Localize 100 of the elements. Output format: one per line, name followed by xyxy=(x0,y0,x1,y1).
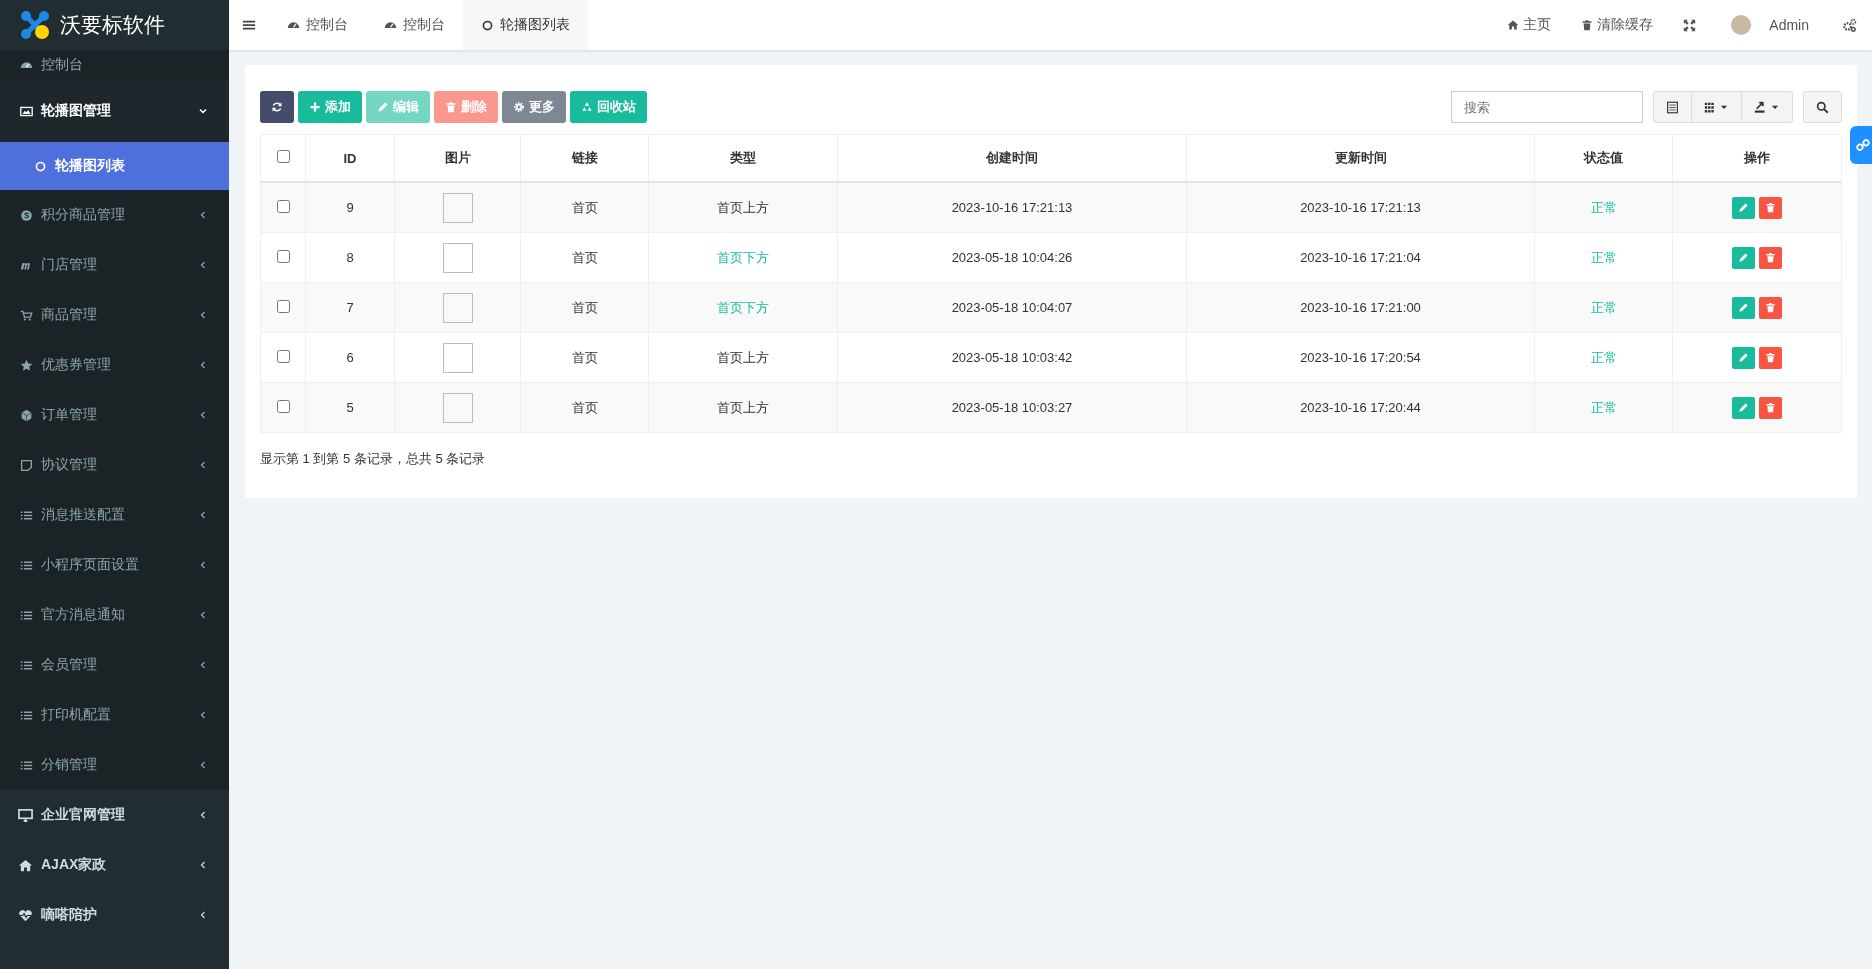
delete-button[interactable] xyxy=(1759,396,1782,419)
more-button[interactable]: 更多 xyxy=(502,91,566,123)
s-circle-icon xyxy=(20,208,33,222)
search-icon xyxy=(1816,100,1829,114)
sidebar-item[interactable]: 打印机配置 xyxy=(0,690,229,740)
pencil-icon xyxy=(377,101,389,113)
trash-icon xyxy=(1581,19,1594,31)
delete-button[interactable] xyxy=(1759,296,1782,319)
trash-icon xyxy=(1765,202,1776,213)
sidebar-item[interactable]: 积分商品管理 xyxy=(0,190,229,240)
list-icon xyxy=(20,758,33,772)
table-cell: 5 xyxy=(305,382,395,433)
sidebar-item[interactable]: 控制台 xyxy=(0,50,229,80)
row-checkbox[interactable] xyxy=(276,199,290,213)
select-all-checkbox[interactable] xyxy=(276,150,290,163)
image-placeholder xyxy=(442,392,473,423)
table-cell: 2023-05-18 10:03:27 xyxy=(837,382,1187,433)
edit-button[interactable] xyxy=(1732,396,1755,419)
list-icon xyxy=(20,608,33,622)
brand-name: 沃要标软件 xyxy=(60,12,165,38)
table-cell: 2023-05-18 10:04:26 xyxy=(837,232,1187,283)
pagination-summary: 显示第 1 到第 5 条记录，总共 5 条记录 xyxy=(260,450,487,468)
search-field[interactable]: 搜索 xyxy=(1451,91,1643,123)
avatar xyxy=(1731,15,1752,35)
table-cell: 正常 xyxy=(1534,232,1673,283)
pencil-icon xyxy=(1738,302,1749,313)
list-icon xyxy=(20,558,33,572)
table-cell: 首页 xyxy=(520,182,649,233)
image-placeholder xyxy=(442,342,473,373)
table-cell: 首页下方 xyxy=(648,282,838,333)
table-cell: 首页上方 xyxy=(648,332,838,383)
delete-button[interactable] xyxy=(1759,246,1782,269)
row-checkbox[interactable] xyxy=(276,299,290,313)
list-icon xyxy=(20,708,33,722)
page-tab[interactable]: 控制台 xyxy=(269,0,366,50)
sidebar-item[interactable]: 订单管理 xyxy=(0,390,229,440)
edit-button[interactable] xyxy=(1732,246,1755,269)
recycle-icon xyxy=(581,101,593,113)
circle-icon xyxy=(34,159,47,173)
table-cell: 首页 xyxy=(520,282,649,333)
logo-icon xyxy=(20,10,50,40)
table-cell: 首页下方 xyxy=(648,232,838,283)
refresh-button[interactable] xyxy=(260,91,294,123)
table-cell: 2023-10-16 17:20:54 xyxy=(1186,332,1535,383)
trash-icon xyxy=(1765,352,1776,363)
row-checkbox[interactable] xyxy=(276,399,290,413)
cart-icon xyxy=(20,308,33,322)
link-button[interactable] xyxy=(1850,126,1872,164)
delete-button[interactable] xyxy=(1759,346,1782,369)
sidebar-item[interactable]: 消息推送配置 xyxy=(0,490,229,540)
link-icon xyxy=(1856,137,1870,153)
table-cell: 首页上方 xyxy=(648,182,838,233)
image-placeholder xyxy=(442,192,473,223)
sidebar-item[interactable]: 门店管理 xyxy=(0,240,229,290)
table-cell: 8 xyxy=(305,232,395,283)
search-button[interactable] xyxy=(1803,91,1842,123)
delete-button[interactable] xyxy=(1759,196,1782,219)
sidebar-item[interactable]: 官方消息通知 xyxy=(0,590,229,640)
sidebar-item[interactable]: 轮播图列表 xyxy=(0,142,229,190)
edit-button[interactable] xyxy=(1732,346,1755,369)
table-cell: 2023-10-16 17:21:13 xyxy=(1186,182,1535,233)
star-icon xyxy=(20,358,33,372)
sidebar-item[interactable]: 会员管理 xyxy=(0,640,229,690)
sidebar-item[interactable]: 优惠券管理 xyxy=(0,340,229,390)
list-view-icon xyxy=(1666,100,1679,114)
home-link[interactable]: 主页 xyxy=(1492,0,1567,50)
trash-icon xyxy=(1765,252,1776,263)
page-tab[interactable]: 控制台 xyxy=(366,0,463,50)
image-icon xyxy=(20,104,33,118)
sidebar-item[interactable]: 轮播图管理 xyxy=(0,80,229,142)
sidebar-item[interactable]: 商品管理 xyxy=(0,290,229,340)
table-cell: 7 xyxy=(305,282,395,333)
list-icon xyxy=(20,508,33,522)
table-cell: 2023-05-18 10:04:07 xyxy=(837,282,1187,333)
edit-button[interactable] xyxy=(1732,196,1755,219)
circle-icon xyxy=(481,18,494,32)
sidebar-item[interactable]: 协议管理 xyxy=(0,440,229,490)
clear-cache-link[interactable]: 清除缓存 xyxy=(1566,0,1669,50)
sidebar-item[interactable]: 小程序页面设置 xyxy=(0,540,229,590)
fullscreen-icon xyxy=(1683,18,1697,32)
trash-icon xyxy=(1765,302,1776,313)
image-placeholder xyxy=(442,242,473,273)
table-cell: 首页 xyxy=(520,232,649,283)
table-cell: 2023-10-16 17:21:04 xyxy=(1186,232,1535,283)
edit-button[interactable] xyxy=(1732,296,1755,319)
grid-icon xyxy=(1704,100,1717,114)
home-icon xyxy=(18,857,33,873)
sidebar-item[interactable]: 分销管理 xyxy=(0,740,229,790)
page-tab[interactable]: 轮播图列表 xyxy=(463,0,588,50)
export-icon xyxy=(1754,100,1768,114)
row-checkbox[interactable] xyxy=(276,249,290,263)
menu-icon xyxy=(242,18,256,32)
row-checkbox[interactable] xyxy=(276,349,290,363)
pencil-icon xyxy=(1738,402,1749,413)
table-cell: 6 xyxy=(305,332,395,383)
table-cell: 2023-05-18 10:03:42 xyxy=(837,332,1187,383)
table-cell: 首页上方 xyxy=(648,382,838,433)
user-name[interactable]: Admin xyxy=(1751,17,1827,33)
pencil-icon xyxy=(1738,252,1749,263)
cube-icon xyxy=(20,408,33,422)
